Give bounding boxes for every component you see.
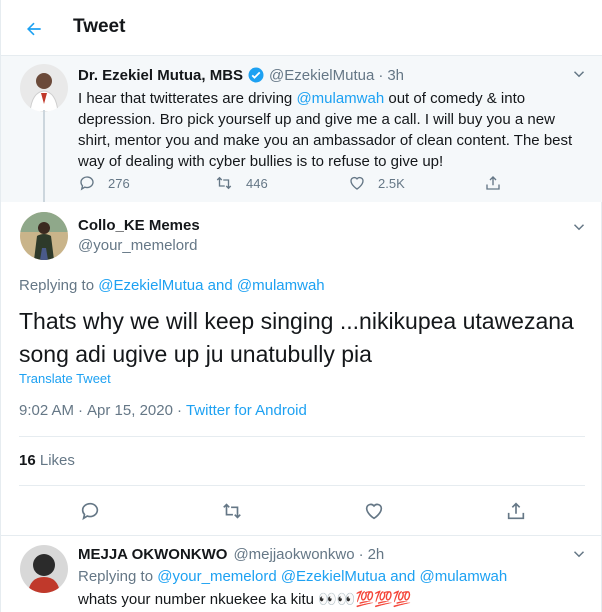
mention-link[interactable]: @EzekielMutua [98, 277, 203, 294]
separator-dot: · [78, 402, 84, 419]
reply-author-row: MEJJA OKWONKWO @mejjaokwonkwo · 2h [78, 546, 384, 563]
avatar-image [20, 212, 68, 260]
mention-link[interactable]: @your_memelord [157, 568, 276, 585]
avatar-image [20, 64, 68, 112]
avatar[interactable] [20, 545, 68, 593]
divider [19, 485, 585, 486]
tweet-page: Tweet Dr. Ezekiel Mutua, MBS @EzekielMut… [0, 0, 602, 612]
retweet-action[interactable]: 446 [214, 174, 268, 192]
replying-label: Replying to [78, 568, 158, 585]
mention-link[interactable]: @EzekielMutua [281, 568, 386, 585]
avatar[interactable] [20, 64, 68, 112]
divider [19, 436, 585, 437]
main-action-bar [1, 494, 602, 526]
author-handle[interactable]: @your_memelord [78, 237, 197, 254]
likes-label: Likes [35, 452, 75, 469]
parent-tweet-text: I hear that twitterates are driving @mul… [78, 88, 588, 172]
likes-stat[interactable]: 16 Likes [19, 452, 75, 469]
replying-label: Replying to [19, 277, 99, 294]
parent-tweet[interactable]: Dr. Ezekiel Mutua, MBS @EzekielMutua · 3… [1, 56, 602, 202]
reply-button[interactable] [77, 498, 103, 524]
page-title: Tweet [73, 16, 126, 37]
thread-line [43, 110, 45, 202]
tweet-source-link[interactable]: Twitter for Android [186, 402, 307, 419]
share-button[interactable] [503, 498, 529, 524]
chevron-down-icon[interactable] [570, 65, 588, 83]
chevron-down-icon[interactable] [570, 218, 588, 236]
mention-link[interactable]: @mulamwah [237, 277, 325, 294]
avatar-image [20, 545, 68, 593]
reply-count: 276 [108, 175, 130, 191]
retweet-button[interactable] [219, 498, 245, 524]
reply-replying-to: Replying to @your_memelord @EzekielMutua… [78, 568, 507, 585]
like-button[interactable] [361, 498, 387, 524]
parent-action-bar: 276 446 2.5K [78, 174, 508, 194]
arrow-left-icon [27, 22, 41, 36]
mention-link[interactable]: @mulamwah [296, 90, 384, 107]
tweet-meta: 9:02 AM · Apr 15, 2020 · Twitter for Android [19, 402, 307, 419]
share-action[interactable] [484, 174, 514, 192]
author-name[interactable]: Collo_KE Memes [78, 217, 200, 234]
share-icon [486, 176, 500, 190]
tweet-date[interactable]: Apr 15, 2020 [87, 402, 173, 419]
avatar[interactable] [20, 212, 68, 260]
author-name[interactable]: MEJJA OKWONKWO [78, 546, 227, 563]
reply-icon [80, 176, 94, 191]
like-count: 2.5K [378, 175, 405, 191]
replying-to: Replying to @EzekielMutua and @mulamwah [19, 277, 325, 294]
author-name[interactable]: Dr. Ezekiel Mutua, MBS [78, 67, 243, 84]
heart-icon [365, 503, 383, 520]
chevron-down-icon[interactable] [570, 545, 588, 563]
like-action[interactable]: 2.5K [348, 174, 405, 192]
main-tweet-text: Thats why we will keep singing ...nikiku… [19, 308, 574, 367]
likes-count: 16 [19, 452, 36, 469]
separator-dot: · [378, 66, 384, 84]
replying-conjunction: and [203, 277, 237, 294]
share-icon [507, 502, 525, 520]
verified-badge-icon [247, 66, 265, 84]
tweet-time[interactable]: 3h [387, 67, 404, 84]
divider [1, 535, 602, 536]
retweet-icon [216, 176, 232, 190]
mention-link[interactable]: @mulamwah [419, 568, 507, 585]
translate-tweet-link[interactable]: Translate Tweet [19, 371, 111, 386]
heart-icon [350, 176, 364, 190]
page-header: Tweet [1, 0, 602, 56]
author-handle[interactable]: @mejjaokwonkwo [233, 546, 354, 563]
author-handle[interactable]: @EzekielMutua [269, 67, 374, 84]
reply-tweet-text: whats your number nkuekee ka kitu 👀👀💯💯💯 [78, 591, 412, 608]
reply-action[interactable]: 276 [78, 174, 130, 192]
retweet-count: 446 [246, 175, 268, 191]
back-button[interactable] [17, 12, 51, 46]
reply-icon [81, 502, 99, 521]
retweet-icon [223, 503, 241, 519]
tweet-time[interactable]: 9:02 AM [19, 402, 74, 419]
separator-dot: · [176, 402, 182, 419]
tweet-time[interactable]: 2h [368, 546, 385, 563]
separator-dot: · [358, 546, 364, 563]
tweet-text-part: I hear that twitterates are driving [78, 90, 297, 107]
replying-conjunction: and [386, 568, 420, 585]
parent-author-row: Dr. Ezekiel Mutua, MBS @EzekielMutua · 3… [78, 66, 404, 84]
